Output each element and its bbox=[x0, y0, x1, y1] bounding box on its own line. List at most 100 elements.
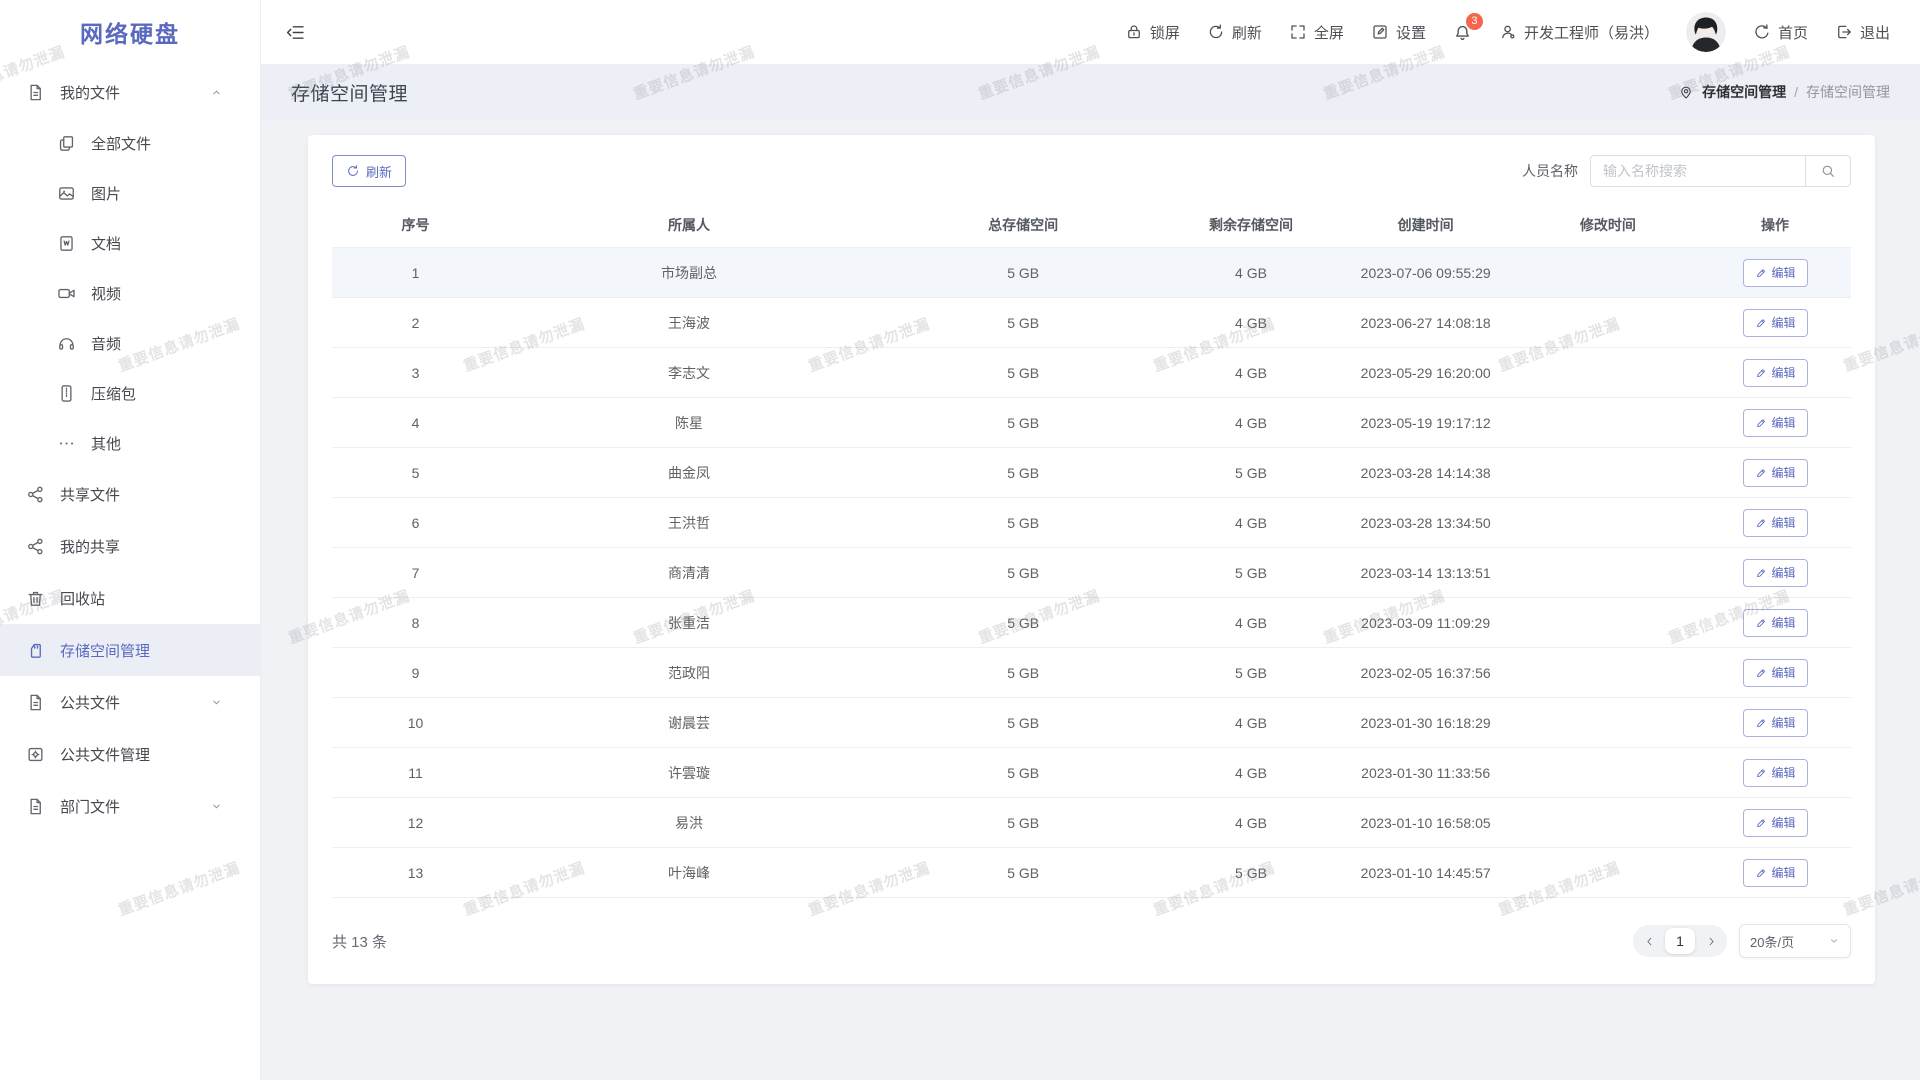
sidebar-item-audio[interactable]: 音频 bbox=[0, 318, 260, 368]
top-header: 锁屏 刷新 全屏 设置 3 开发工程师（易洪） bbox=[261, 0, 1920, 64]
lock-icon bbox=[1125, 23, 1143, 41]
chevron-up-icon bbox=[210, 86, 223, 99]
logout-button[interactable]: 退出 bbox=[1835, 22, 1890, 43]
sidebar-collapse-icon[interactable] bbox=[285, 22, 306, 43]
sidebar-item-recycle-bin[interactable]: 回收站 bbox=[0, 572, 260, 624]
total-space-cell: 5 GB bbox=[879, 498, 1168, 548]
prev-page-button[interactable] bbox=[1638, 930, 1660, 952]
sidebar-item-public-files[interactable]: 公共文件 bbox=[0, 676, 260, 728]
search-input[interactable] bbox=[1590, 155, 1805, 187]
page-title-band: 存储空间管理 存储空间管理 / 存储空间管理 bbox=[261, 64, 1920, 120]
edit-button[interactable]: 编辑 bbox=[1743, 659, 1808, 687]
copies-icon bbox=[57, 134, 76, 153]
row-index: 5 bbox=[332, 448, 499, 498]
undo-arrow-icon bbox=[1753, 23, 1771, 41]
sidebar-item-label: 回收站 bbox=[60, 588, 105, 609]
sidebar-item-archives[interactable]: 压缩包 bbox=[0, 368, 260, 418]
sidebar-item-public-file-management[interactable]: 公共文件管理 bbox=[0, 728, 260, 780]
next-page-button[interactable] bbox=[1700, 930, 1722, 952]
video-icon bbox=[57, 284, 76, 303]
storage-table: 序号所属人总存储空间剩余存储空间创建时间修改时间操作 1市场副总5 GB4 GB… bbox=[332, 203, 1851, 898]
sidebar-item-videos[interactable]: 视频 bbox=[0, 268, 260, 318]
sidebar-item-pictures[interactable]: 图片 bbox=[0, 168, 260, 218]
edit-label: 编辑 bbox=[1772, 714, 1796, 731]
owner-cell: 谢晨芸 bbox=[499, 698, 879, 748]
lock-screen-button[interactable]: 锁屏 bbox=[1125, 22, 1180, 43]
user-avatar[interactable] bbox=[1686, 12, 1726, 52]
edit-button[interactable]: 编辑 bbox=[1743, 609, 1808, 637]
edit-button[interactable]: 编辑 bbox=[1743, 459, 1808, 487]
row-index: 11 bbox=[332, 748, 499, 798]
sidebar-item-all-files[interactable]: 全部文件 bbox=[0, 118, 260, 168]
modified-time-cell bbox=[1517, 348, 1699, 398]
sidebar-item-label: 视频 bbox=[91, 283, 121, 304]
column-header: 剩余存储空间 bbox=[1167, 203, 1334, 248]
sidebar-item-label: 我的共享 bbox=[60, 536, 120, 557]
total-space-cell: 5 GB bbox=[879, 798, 1168, 848]
breadcrumb-item[interactable]: 存储空间管理 bbox=[1702, 82, 1786, 102]
edit-button[interactable]: 编辑 bbox=[1743, 259, 1808, 287]
doc-icon bbox=[57, 234, 76, 253]
table-row: 1市场副总5 GB4 GB2023-07-06 09:55:29编辑 bbox=[332, 248, 1851, 298]
edit-button[interactable]: 编辑 bbox=[1743, 859, 1808, 887]
created-time-cell: 2023-03-14 13:13:51 bbox=[1335, 548, 1517, 598]
owner-cell: 王洪哲 bbox=[499, 498, 879, 548]
edit-label: 编辑 bbox=[1772, 364, 1796, 381]
actions-cell: 编辑 bbox=[1699, 448, 1851, 498]
total-space-cell: 5 GB bbox=[879, 448, 1168, 498]
edit-button[interactable]: 编辑 bbox=[1743, 759, 1808, 787]
notifications-button[interactable]: 3 bbox=[1453, 23, 1472, 42]
pencil-icon bbox=[1755, 467, 1767, 479]
modified-time-cell bbox=[1517, 248, 1699, 298]
sidebar-item-label: 其他 bbox=[91, 433, 121, 454]
current-user[interactable]: 开发工程师（易洪） bbox=[1499, 22, 1659, 43]
table-row: 3李志文5 GB4 GB2023-05-29 16:20:00编辑 bbox=[332, 348, 1851, 398]
sidebar-item-my-files[interactable]: 我的文件 bbox=[0, 66, 260, 118]
free-space-cell: 4 GB bbox=[1167, 798, 1334, 848]
sidebar: 网络硬盘 我的文件全部文件图片文档视频音频压缩包其他共享文件我的共享回收站存储空… bbox=[0, 0, 261, 1080]
sidebar-item-documents[interactable]: 文档 bbox=[0, 218, 260, 268]
modified-time-cell bbox=[1517, 648, 1699, 698]
pager-pill: 1 bbox=[1633, 925, 1727, 957]
refresh-button[interactable]: 刷新 bbox=[332, 155, 406, 187]
sidebar-item-my-shares[interactable]: 我的共享 bbox=[0, 520, 260, 572]
home-button[interactable]: 首页 bbox=[1753, 22, 1808, 43]
sidebar-item-shared-files[interactable]: 共享文件 bbox=[0, 468, 260, 520]
edit-button[interactable]: 编辑 bbox=[1743, 309, 1808, 337]
page-size-select[interactable]: 20条/页 bbox=[1739, 924, 1851, 958]
sidebar-item-department-files[interactable]: 部门文件 bbox=[0, 780, 260, 832]
total-space-cell: 5 GB bbox=[879, 848, 1168, 898]
fullscreen-button[interactable]: 全屏 bbox=[1289, 22, 1344, 43]
page-number[interactable]: 1 bbox=[1665, 928, 1695, 954]
edit-button[interactable]: 编辑 bbox=[1743, 709, 1808, 737]
free-space-cell: 4 GB bbox=[1167, 748, 1334, 798]
sidebar-item-label: 音频 bbox=[91, 333, 121, 354]
edit-button[interactable]: 编辑 bbox=[1743, 509, 1808, 537]
notification-badge: 3 bbox=[1466, 13, 1483, 30]
refresh-button[interactable]: 刷新 bbox=[1207, 22, 1262, 43]
search-button[interactable] bbox=[1805, 155, 1851, 187]
modified-time-cell bbox=[1517, 598, 1699, 648]
breadcrumb-item-current: 存储空间管理 bbox=[1806, 82, 1890, 102]
column-header: 所属人 bbox=[499, 203, 879, 248]
file-icon bbox=[26, 797, 45, 816]
pencil-icon bbox=[1755, 617, 1767, 629]
pencil-icon bbox=[1755, 767, 1767, 779]
sidebar-item-storage-management[interactable]: 存储空间管理 bbox=[0, 624, 260, 676]
created-time-cell: 2023-01-30 16:18:29 bbox=[1335, 698, 1517, 748]
free-space-cell: 5 GB bbox=[1167, 848, 1334, 898]
edit-button[interactable]: 编辑 bbox=[1743, 559, 1808, 587]
edit-button[interactable]: 编辑 bbox=[1743, 409, 1808, 437]
actions-cell: 编辑 bbox=[1699, 498, 1851, 548]
sidebar-item-others[interactable]: 其他 bbox=[0, 418, 260, 468]
settings-button[interactable]: 设置 bbox=[1371, 22, 1426, 43]
actions-cell: 编辑 bbox=[1699, 598, 1851, 648]
table-row: 5曲金凤5 GB5 GB2023-03-28 14:14:38编辑 bbox=[332, 448, 1851, 498]
home-label: 首页 bbox=[1778, 22, 1808, 43]
app-logo: 网络硬盘 bbox=[0, 0, 260, 64]
edit-button[interactable]: 编辑 bbox=[1743, 359, 1808, 387]
edit-button[interactable]: 编辑 bbox=[1743, 809, 1808, 837]
row-index: 12 bbox=[332, 798, 499, 848]
file-icon bbox=[26, 693, 45, 712]
search-zone: 人员名称 bbox=[1522, 155, 1851, 187]
